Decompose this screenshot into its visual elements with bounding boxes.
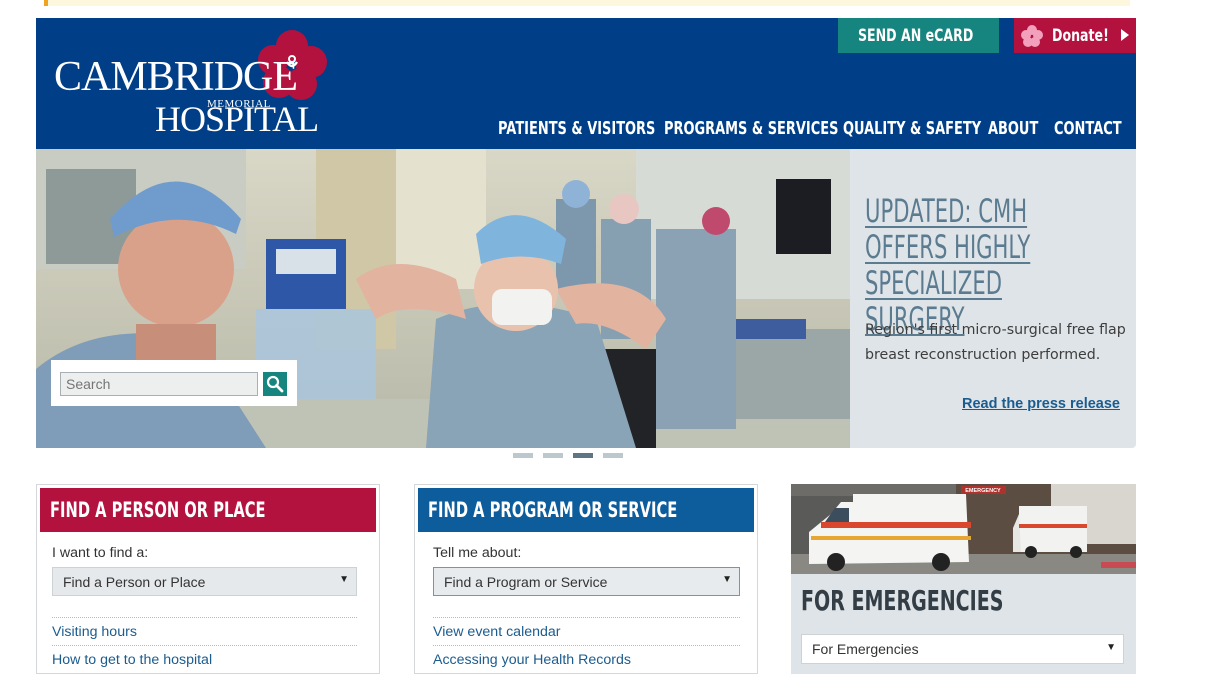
hero-caption-panel: UPDATED: CMH OFFERS HIGHLY SPECIALIZED S… — [850, 149, 1136, 448]
emergencies-card: EMERGENCY FOR EMERGENCIES For Emergencie… — [791, 484, 1136, 674]
dropdown-arrow-icon: ▼ — [1106, 642, 1116, 653]
health-records-link[interactable]: Accessing your Health Records — [433, 645, 740, 668]
nav-programs-services[interactable]: PROGRAMS & SERVICES — [664, 118, 838, 139]
find-person-label: I want to find a: — [52, 545, 149, 561]
find-person-card: FIND A PERSON OR PLACE I want to find a:… — [36, 484, 380, 674]
find-person-select[interactable]: Find a Person or Place ▼ — [52, 567, 357, 596]
visiting-hours-link[interactable]: Visiting hours — [52, 617, 357, 640]
nav-about[interactable]: ABOUT — [988, 118, 1038, 139]
find-person-title: FIND A PERSON OR PLACE — [50, 498, 266, 522]
find-person-select-value: Find a Person or Place — [63, 574, 206, 590]
main-navigation: PATIENTS & VISITORS PROGRAMS & SERVICES … — [36, 118, 1136, 146]
search-icon — [266, 375, 284, 393]
emergencies-select[interactable]: For Emergencies ▼ — [801, 634, 1124, 664]
directions-link[interactable]: How to get to the hospital — [52, 645, 357, 668]
find-program-header: FIND A PROGRAM OR SERVICE — [418, 488, 754, 532]
event-calendar-link[interactable]: View event calendar — [433, 617, 740, 640]
flower-icon — [1021, 24, 1043, 47]
send-ecard-button[interactable]: SEND AN eCARD — [838, 18, 999, 53]
dropdown-arrow-icon: ▼ — [339, 574, 349, 585]
find-program-title: FIND A PROGRAM OR SERVICE — [428, 498, 678, 522]
nav-contact[interactable]: CONTACT — [1054, 118, 1122, 139]
emergencies-select-value: For Emergencies — [812, 641, 919, 657]
read-press-release-link[interactable]: Read the press release — [962, 396, 1120, 412]
notice-strip — [44, 0, 1130, 6]
ambulance-photo: EMERGENCY — [791, 484, 1136, 574]
search-box — [51, 360, 297, 406]
dropdown-arrow-icon: ▼ — [722, 574, 732, 585]
emergency-sign: EMERGENCY — [965, 488, 1001, 494]
find-program-label: Tell me about: — [433, 545, 522, 561]
find-program-select-value: Find a Program or Service — [444, 574, 608, 590]
emergencies-title: FOR EMERGENCIES — [801, 584, 1004, 617]
send-ecard-label: SEND AN eCARD — [858, 25, 974, 46]
nav-patients-visitors[interactable]: PATIENTS & VISITORS — [498, 118, 655, 139]
search-button[interactable] — [263, 372, 287, 396]
ambulance-image: EMERGENCY — [791, 484, 1136, 574]
carousel-dot-2[interactable] — [543, 453, 563, 458]
find-program-card: FIND A PROGRAM OR SERVICE Tell me about:… — [414, 484, 758, 674]
nav-quality-safety[interactable]: QUALITY & SAFETY — [843, 118, 981, 139]
find-person-header: FIND A PERSON OR PLACE — [40, 488, 376, 532]
carousel-dot-4[interactable] — [603, 453, 623, 458]
hero-carousel: UPDATED: CMH OFFERS HIGHLY SPECIALIZED S… — [36, 149, 1136, 448]
play-arrow-icon — [1121, 29, 1129, 41]
hero-description: Region's first micro-surgical free flap … — [865, 322, 1126, 363]
donate-button[interactable]: Donate! — [1014, 18, 1136, 53]
find-program-select[interactable]: Find a Program or Service ▼ — [433, 567, 740, 596]
search-input[interactable] — [60, 372, 258, 396]
hero-title-link[interactable]: UPDATED: CMH OFFERS HIGHLY SPECIALIZED S… — [865, 193, 1103, 337]
carousel-dot-1[interactable] — [513, 453, 533, 458]
donate-label: Donate! — [1052, 25, 1109, 46]
site-header: CAMBRIDGE MEMORIAL HOSPITAL SEND AN eCAR… — [36, 18, 1136, 149]
carousel-dot-3[interactable] — [573, 453, 593, 458]
logo-cambridge: CAMBRIDGE — [54, 54, 298, 100]
